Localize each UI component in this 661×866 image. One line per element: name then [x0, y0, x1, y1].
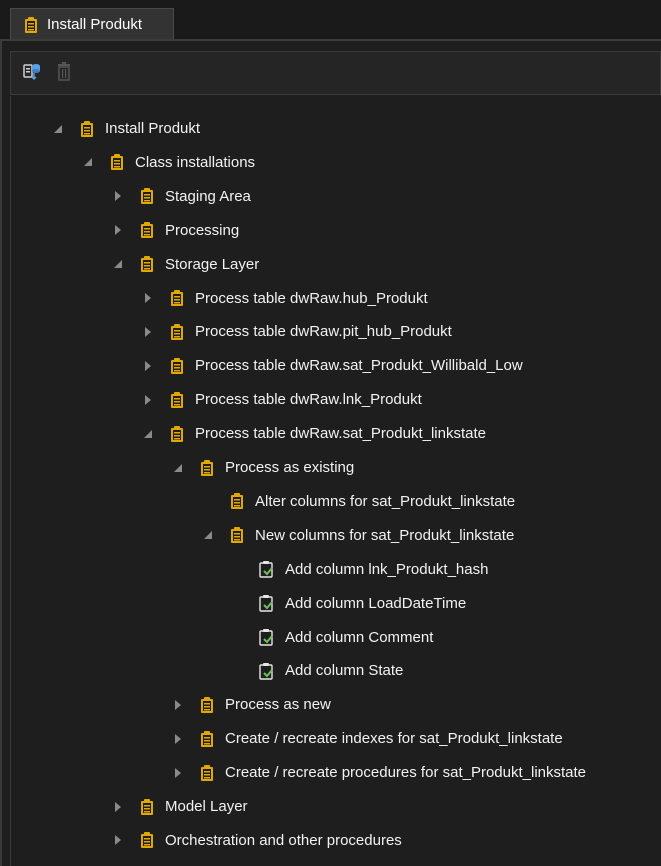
- tree-item-label: Storage Layer: [165, 255, 260, 273]
- collapse-arrow-icon[interactable]: [171, 766, 185, 780]
- tree-item[interactable]: Process as existing: [171, 451, 354, 484]
- trash-icon: [56, 61, 72, 86]
- tree-item-label: Add column lnk_Produkt_hash: [285, 560, 489, 578]
- tree-item-label: Staging Area: [165, 187, 251, 205]
- tree-item-label: Process table dwRaw.sat_Produkt_linkstat…: [195, 425, 486, 443]
- collapse-arrow-icon[interactable]: [111, 223, 125, 237]
- tree-item-label: Processing: [165, 221, 240, 239]
- tree-item[interactable]: Create / recreate procedures for sat_Pro…: [171, 756, 586, 789]
- tree-item[interactable]: Install Produkt: [51, 112, 200, 145]
- arrow-spacer: [231, 596, 245, 610]
- collapse-arrow-icon[interactable]: [141, 325, 155, 339]
- tree-item-label: New columns for sat_Produkt_linkstate: [255, 526, 515, 544]
- tree-item[interactable]: Add column LoadDateTime: [231, 587, 466, 620]
- tree-item-label: Process table dwRaw.pit_hub_Produkt: [195, 323, 452, 341]
- expand-arrow-icon[interactable]: [111, 257, 125, 271]
- tab-install-produkt[interactable]: Install Produkt: [10, 8, 174, 40]
- tree-item[interactable]: Class installations: [81, 146, 255, 179]
- clipboard-check-icon: [259, 661, 275, 681]
- expand-arrow-icon[interactable]: [51, 122, 65, 136]
- clipboard-icon: [139, 220, 155, 240]
- tree-item[interactable]: Add column Comment: [231, 621, 433, 654]
- clipboard-check-icon: [259, 593, 275, 613]
- clipboard-icon: [199, 763, 215, 783]
- tree-item[interactable]: Process table dwRaw.sat_Produkt_Willibal…: [141, 349, 523, 382]
- tree-item-label: Add column LoadDateTime: [285, 594, 467, 612]
- arrow-spacer: [201, 494, 215, 508]
- clipboard-icon: [109, 152, 125, 172]
- clipboard-icon: [139, 797, 155, 817]
- expand-arrow-icon[interactable]: [171, 461, 185, 475]
- clipboard-check-icon: [259, 559, 275, 579]
- tree-item[interactable]: Process table dwRaw.pit_hub_Produkt: [141, 315, 452, 348]
- tree-item[interactable]: New columns for sat_Produkt_linkstate: [201, 519, 514, 552]
- tree-item[interactable]: Add column lnk_Produkt_hash: [231, 553, 488, 586]
- tree-item-label: Create / recreate indexes for sat_Produk…: [225, 730, 563, 748]
- collapse-arrow-icon[interactable]: [141, 359, 155, 373]
- arrow-spacer: [231, 664, 245, 678]
- expand-arrow-icon[interactable]: [81, 155, 95, 169]
- tree-item-label: Process table dwRaw.lnk_Produkt: [195, 391, 422, 409]
- tab-bar: Install Produkt: [0, 0, 661, 41]
- database-execute-icon: [22, 61, 42, 86]
- tree-item-label: Create / recreate procedures for sat_Pro…: [225, 764, 587, 782]
- clipboard-icon: [199, 729, 215, 749]
- tree-item-label: Process as existing: [225, 459, 355, 476]
- arrow-spacer: [231, 562, 245, 576]
- clipboard-icon: [79, 119, 95, 139]
- tree-item[interactable]: Create / recreate indexes for sat_Produk…: [171, 722, 563, 755]
- tree-item[interactable]: Process table dwRaw.lnk_Produkt: [141, 383, 422, 416]
- clipboard-icon: [169, 424, 185, 444]
- tree-item[interactable]: Alter columns for sat_Produkt_linkstate: [201, 485, 515, 518]
- clipboard-icon: [169, 322, 185, 342]
- tab-title: Install Produkt: [47, 16, 143, 33]
- collapse-arrow-icon[interactable]: [171, 732, 185, 746]
- collapse-arrow-icon[interactable]: [111, 833, 125, 847]
- clipboard-icon: [169, 356, 185, 376]
- tree-item[interactable]: Process as new: [171, 688, 331, 721]
- clipboard-icon: [169, 288, 185, 308]
- tree-item[interactable]: Storage Layer: [111, 248, 259, 281]
- clipboard-icon: [139, 254, 155, 274]
- tree-item-label: Alter columns for sat_Produkt_linkstate: [255, 492, 516, 510]
- clipboard-icon: [229, 525, 245, 545]
- execute-button[interactable]: [21, 62, 43, 84]
- collapse-arrow-icon[interactable]: [171, 698, 185, 712]
- clipboard-icon: [229, 491, 245, 511]
- clipboard-icon: [169, 390, 185, 410]
- collapse-arrow-icon[interactable]: [111, 189, 125, 203]
- clipboard-icon: [139, 830, 155, 850]
- collapse-arrow-icon[interactable]: [111, 800, 125, 814]
- delete-button[interactable]: [53, 61, 75, 86]
- clipboard-icon: [139, 186, 155, 206]
- tree-item-label: Process table dwRaw.sat_Produkt_Willibal…: [195, 357, 523, 375]
- tab-underline: [0, 39, 661, 41]
- tree-item[interactable]: Staging Area: [111, 180, 251, 213]
- tree-item-label: Process as new: [225, 696, 331, 714]
- clipboard-icon: [23, 15, 39, 35]
- tree-item-label: Process table dwRaw.hub_Produkt: [195, 289, 428, 307]
- collapse-arrow-icon[interactable]: [141, 291, 155, 305]
- expand-arrow-icon[interactable]: [201, 528, 215, 542]
- tree-item[interactable]: Process table dwRaw.hub_Produkt: [141, 282, 428, 315]
- tree-item[interactable]: Model Layer: [111, 790, 248, 823]
- clipboard-icon: [199, 458, 215, 478]
- collapse-arrow-icon[interactable]: [141, 393, 155, 407]
- tree-item-label: Add column State: [285, 662, 404, 680]
- toolbar: [10, 51, 661, 95]
- tree-view: Install Produkt Class installations Stag…: [10, 96, 661, 866]
- clipboard-icon: [199, 695, 215, 715]
- tree-item-label: Install Produkt: [105, 120, 201, 137]
- arrow-spacer: [231, 630, 245, 644]
- tree-item[interactable]: Processing: [111, 214, 239, 247]
- tree-item-label: Add column Comment: [285, 628, 434, 646]
- clipboard-check-icon: [259, 627, 275, 647]
- tree-item[interactable]: Add column State: [231, 654, 403, 687]
- tree-item[interactable]: Orchestration and other procedures: [111, 824, 402, 857]
- expand-arrow-icon[interactable]: [141, 427, 155, 441]
- tree-item-label: Model Layer: [165, 798, 248, 815]
- tree-item-label: Orchestration and other procedures: [165, 831, 402, 849]
- tree-item-label: Class installations: [135, 153, 256, 171]
- tree-item[interactable]: Process table dwRaw.sat_Produkt_linkstat…: [141, 417, 486, 450]
